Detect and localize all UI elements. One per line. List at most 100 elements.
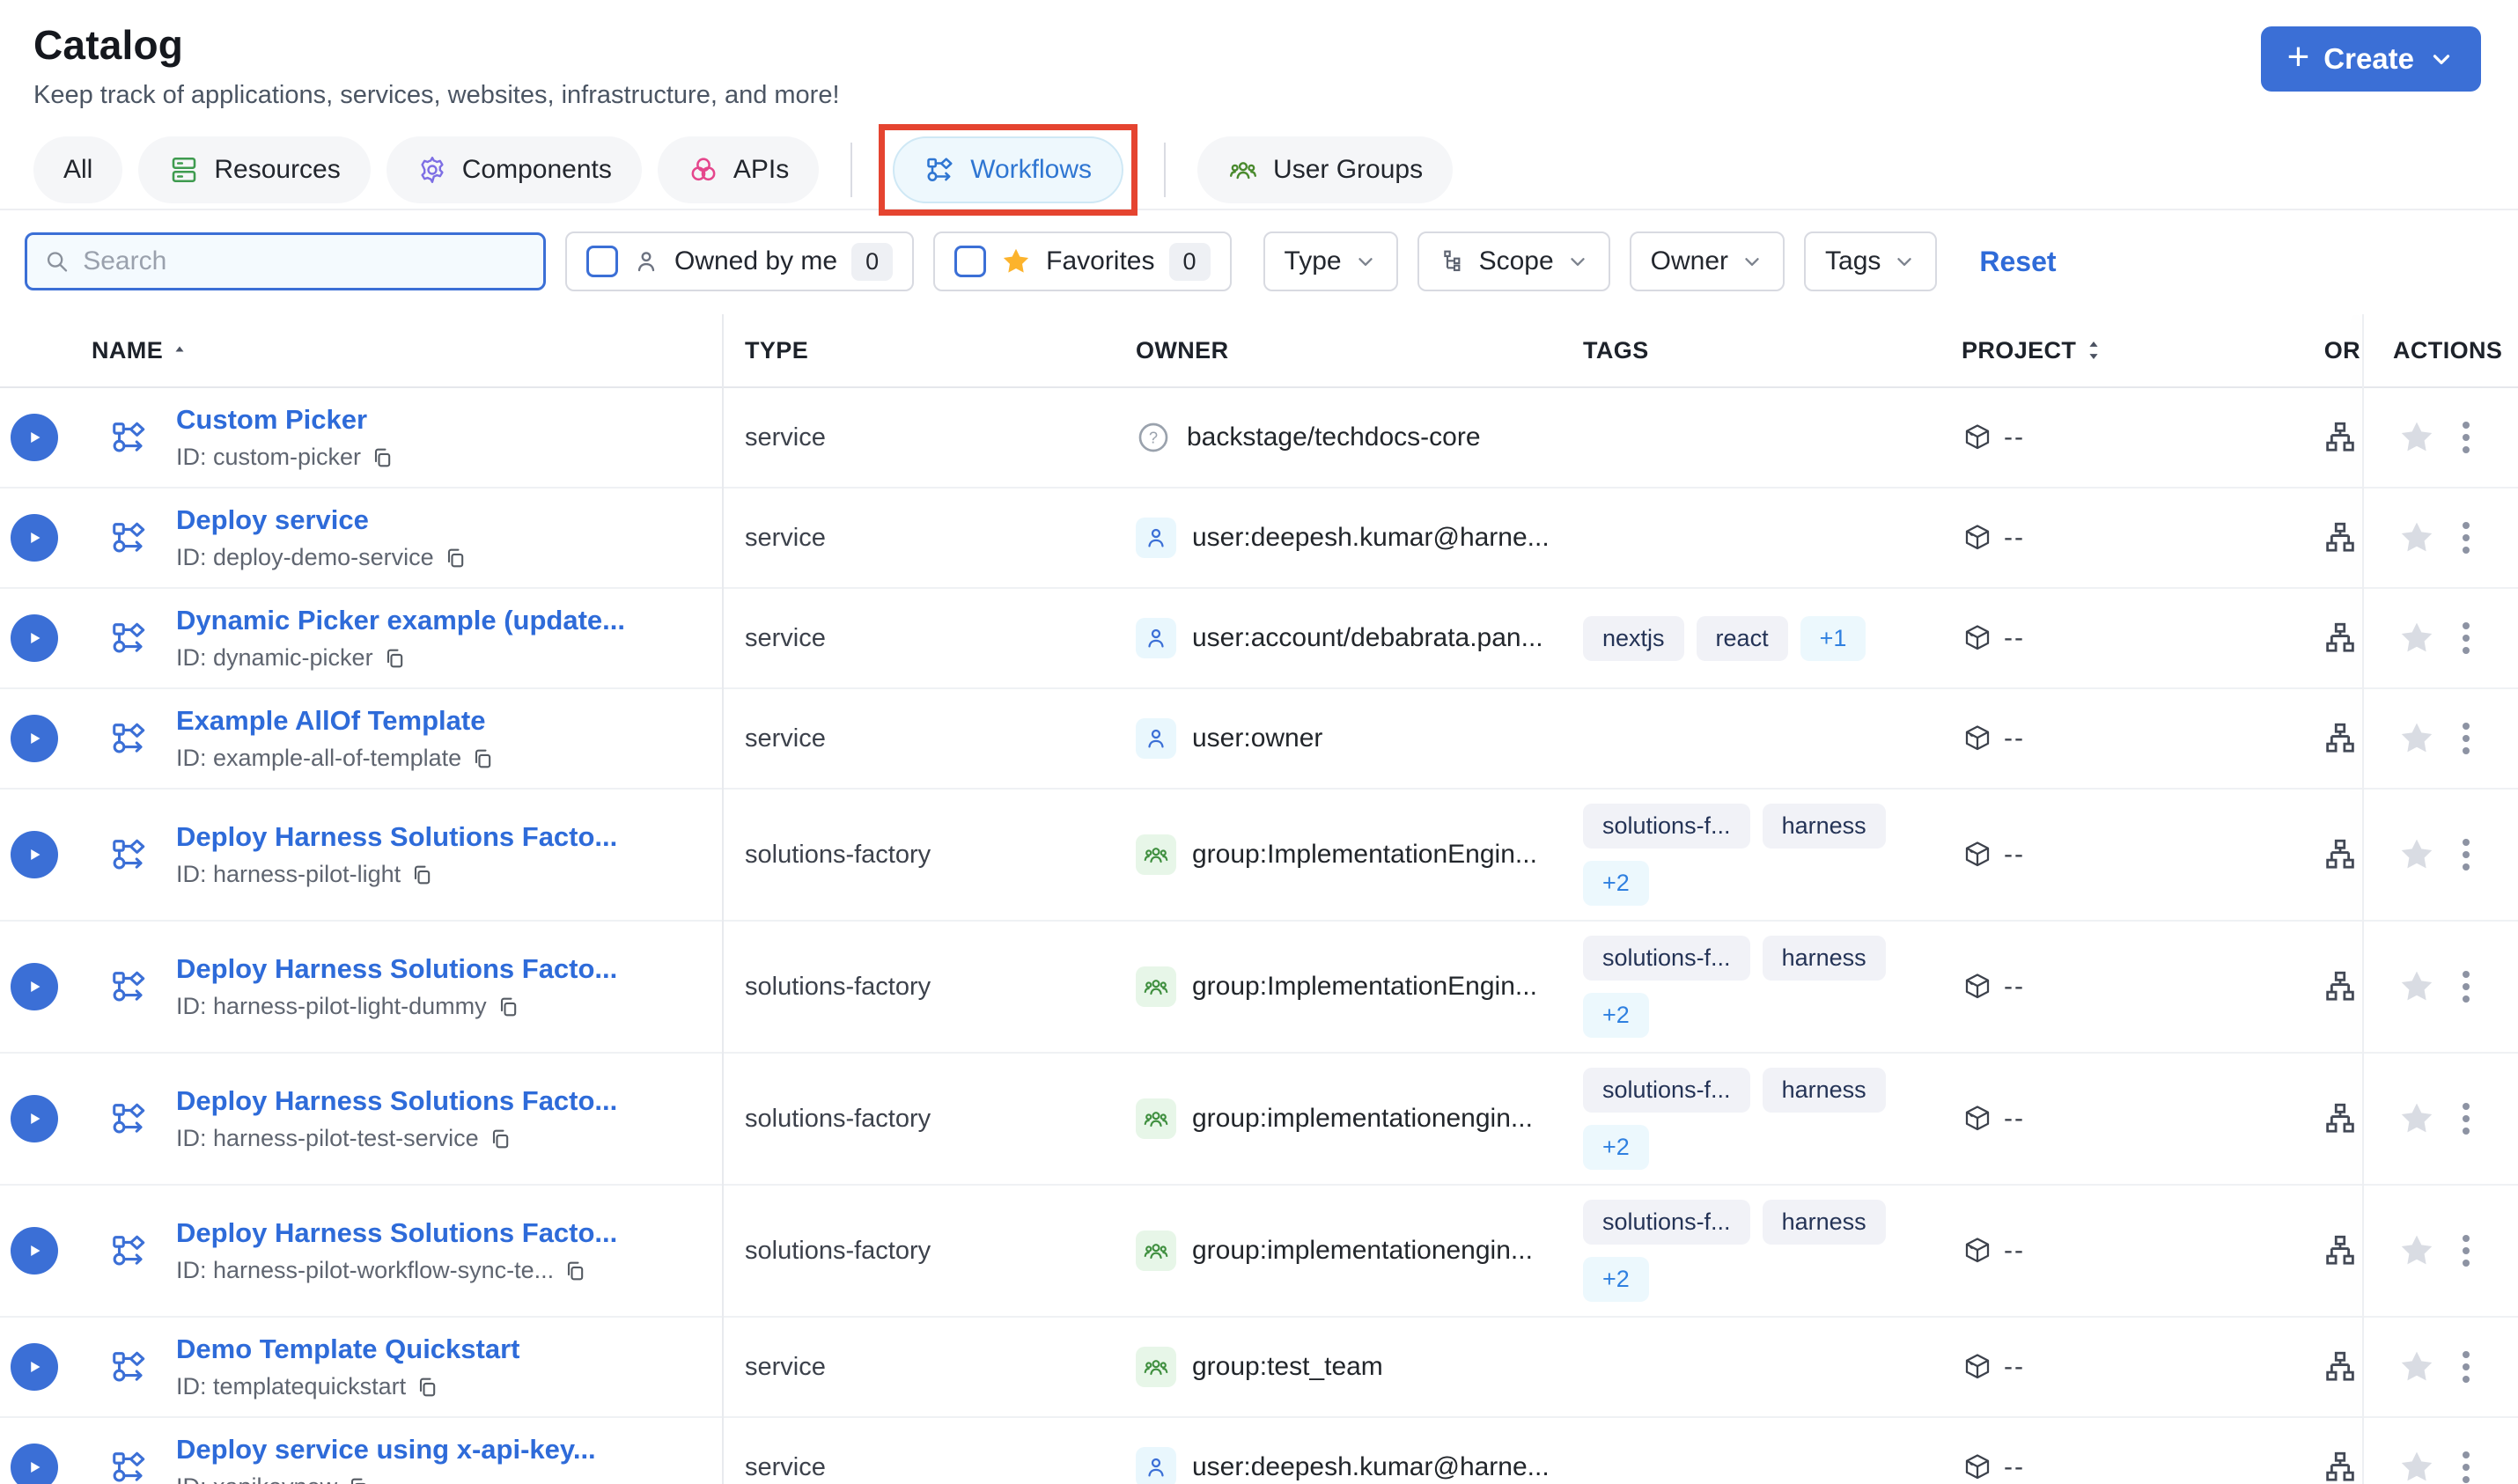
execute-workflow-button[interactable] <box>11 715 58 762</box>
copy-id-button[interactable] <box>563 1259 587 1283</box>
favorites-checkbox[interactable] <box>954 246 987 277</box>
tag-pill[interactable]: harness <box>1762 936 1886 981</box>
copy-id-button[interactable] <box>470 746 495 771</box>
tag-pill[interactable]: nextjs <box>1583 615 1684 661</box>
org-hierarchy-button[interactable] <box>2322 968 2359 1005</box>
execute-workflow-button[interactable] <box>11 963 58 1010</box>
tags-dropdown[interactable]: Tags <box>1804 231 1938 291</box>
workflow-name-link[interactable]: Custom Picker <box>176 404 367 436</box>
column-header-project[interactable]: PROJECT <box>1946 337 2289 364</box>
favorites-filter[interactable]: Favorites 0 <box>933 231 1232 291</box>
tag-pill[interactable]: harness <box>1762 804 1886 849</box>
tag-pill[interactable]: react <box>1696 615 1788 661</box>
execute-workflow-button[interactable] <box>11 1227 58 1275</box>
more-tags-pill[interactable]: +2 <box>1583 993 1649 1038</box>
type-dropdown[interactable]: Type <box>1263 231 1398 291</box>
column-header-type[interactable]: TYPE <box>722 337 1127 364</box>
row-menu-button[interactable] <box>2461 1231 2471 1270</box>
more-tags-pill[interactable]: +2 <box>1583 1257 1649 1302</box>
more-tags-pill[interactable]: +2 <box>1583 1125 1649 1170</box>
question-circle-icon: ? <box>1136 420 1171 455</box>
search-input[interactable] <box>83 246 527 276</box>
execute-workflow-button[interactable] <box>11 1444 58 1484</box>
more-tags-pill[interactable]: +1 <box>1800 615 1866 661</box>
copy-id-button[interactable] <box>496 995 520 1019</box>
tab-all[interactable]: All <box>33 136 123 203</box>
workflow-name-link[interactable]: Deploy service <box>176 504 369 536</box>
row-menu-button[interactable] <box>2461 619 2471 658</box>
org-hierarchy-button[interactable] <box>2322 1100 2359 1137</box>
org-hierarchy-button[interactable] <box>2322 1232 2359 1269</box>
owned-by-me-filter[interactable]: Owned by me 0 <box>565 231 915 291</box>
copy-id-button[interactable] <box>370 445 394 470</box>
reset-filters-link[interactable]: Reset <box>1979 246 2056 278</box>
org-hierarchy-button[interactable] <box>2322 1348 2359 1385</box>
execute-workflow-button[interactable] <box>11 414 58 461</box>
workflow-name-link[interactable]: Demo Template Quickstart <box>176 1333 519 1365</box>
row-menu-button[interactable] <box>2461 1348 2471 1386</box>
copy-id-button[interactable] <box>415 1375 439 1400</box>
workflow-name-link[interactable]: Example AllOf Template <box>176 705 485 737</box>
favorite-star-button[interactable] <box>2397 518 2436 557</box>
workflow-name-link[interactable]: Deploy Harness Solutions Facto... <box>176 1085 617 1117</box>
workflow-name-link[interactable]: Deploy Harness Solutions Facto... <box>176 821 617 853</box>
favorite-star-button[interactable] <box>2397 1348 2436 1386</box>
copy-id-button[interactable] <box>443 546 468 570</box>
tag-pill[interactable]: solutions-f... <box>1583 1200 1750 1245</box>
tag-pill[interactable]: solutions-f... <box>1583 936 1750 981</box>
execute-workflow-button[interactable] <box>11 831 58 878</box>
owned-by-me-checkbox[interactable] <box>586 246 618 277</box>
execute-workflow-button[interactable] <box>11 514 58 562</box>
workflow-name-link[interactable]: Deploy Harness Solutions Facto... <box>176 1217 617 1249</box>
row-menu-button[interactable] <box>2461 967 2471 1006</box>
tag-pill[interactable]: solutions-f... <box>1583 804 1750 849</box>
favorite-star-button[interactable] <box>2397 619 2436 658</box>
copy-id-button[interactable] <box>382 646 407 671</box>
workflow-name-link[interactable]: Deploy Harness Solutions Facto... <box>176 953 617 985</box>
org-hierarchy-button[interactable] <box>2322 519 2359 556</box>
row-menu-button[interactable] <box>2461 418 2471 457</box>
copy-id-button[interactable] <box>488 1127 512 1151</box>
tab-apis[interactable]: APIs <box>657 136 820 203</box>
row-menu-button[interactable] <box>2461 719 2471 758</box>
copy-id-button[interactable] <box>409 863 434 887</box>
column-header-name[interactable]: NAME <box>92 337 722 364</box>
org-hierarchy-button[interactable] <box>2322 419 2359 456</box>
tab-workflows[interactable]: Workflows <box>893 136 1124 203</box>
favorite-star-button[interactable] <box>2397 418 2436 457</box>
execute-workflow-button[interactable] <box>11 614 58 662</box>
org-hierarchy-button[interactable] <box>2322 1449 2359 1484</box>
column-header-owner[interactable]: OWNER <box>1127 337 1558 364</box>
favorite-star-button[interactable] <box>2397 1448 2436 1484</box>
favorite-star-button[interactable] <box>2397 719 2436 758</box>
row-menu-button[interactable] <box>2461 1448 2471 1484</box>
column-header-org[interactable]: OR <box>2289 337 2362 364</box>
favorite-star-button[interactable] <box>2397 1231 2436 1270</box>
org-hierarchy-button[interactable] <box>2322 720 2359 757</box>
favorite-star-button[interactable] <box>2397 1099 2436 1138</box>
copy-id-button[interactable] <box>346 1475 371 1484</box>
org-hierarchy-button[interactable] <box>2322 620 2359 657</box>
create-button[interactable]: + Create <box>2260 26 2481 92</box>
tab-components[interactable]: Components <box>386 136 642 203</box>
org-hierarchy-button[interactable] <box>2322 836 2359 873</box>
tab-user-groups[interactable]: User Groups <box>1197 136 1454 203</box>
workflow-name-link[interactable]: Deploy service using x-api-key... <box>176 1434 596 1466</box>
execute-workflow-button[interactable] <box>11 1343 58 1391</box>
tag-pill[interactable]: solutions-f... <box>1583 1068 1750 1113</box>
tag-pill[interactable]: harness <box>1762 1200 1886 1245</box>
execute-workflow-button[interactable] <box>11 1095 58 1142</box>
row-menu-button[interactable] <box>2461 835 2471 874</box>
workflow-name-link[interactable]: Dynamic Picker example (update... <box>176 605 625 636</box>
column-header-tags[interactable]: TAGS <box>1558 337 1946 364</box>
scope-dropdown[interactable]: Scope <box>1417 231 1610 291</box>
row-menu-button[interactable] <box>2461 1099 2471 1138</box>
row-menu-button[interactable] <box>2461 518 2471 557</box>
favorite-star-button[interactable] <box>2397 967 2436 1006</box>
more-tags-pill[interactable]: +2 <box>1583 861 1649 906</box>
tag-pill[interactable]: harness <box>1762 1068 1886 1113</box>
tab-resources[interactable]: Resources <box>138 136 371 203</box>
owner-dropdown[interactable]: Owner <box>1629 231 1785 291</box>
group-avatar-icon <box>1136 1231 1176 1271</box>
favorite-star-button[interactable] <box>2397 835 2436 874</box>
